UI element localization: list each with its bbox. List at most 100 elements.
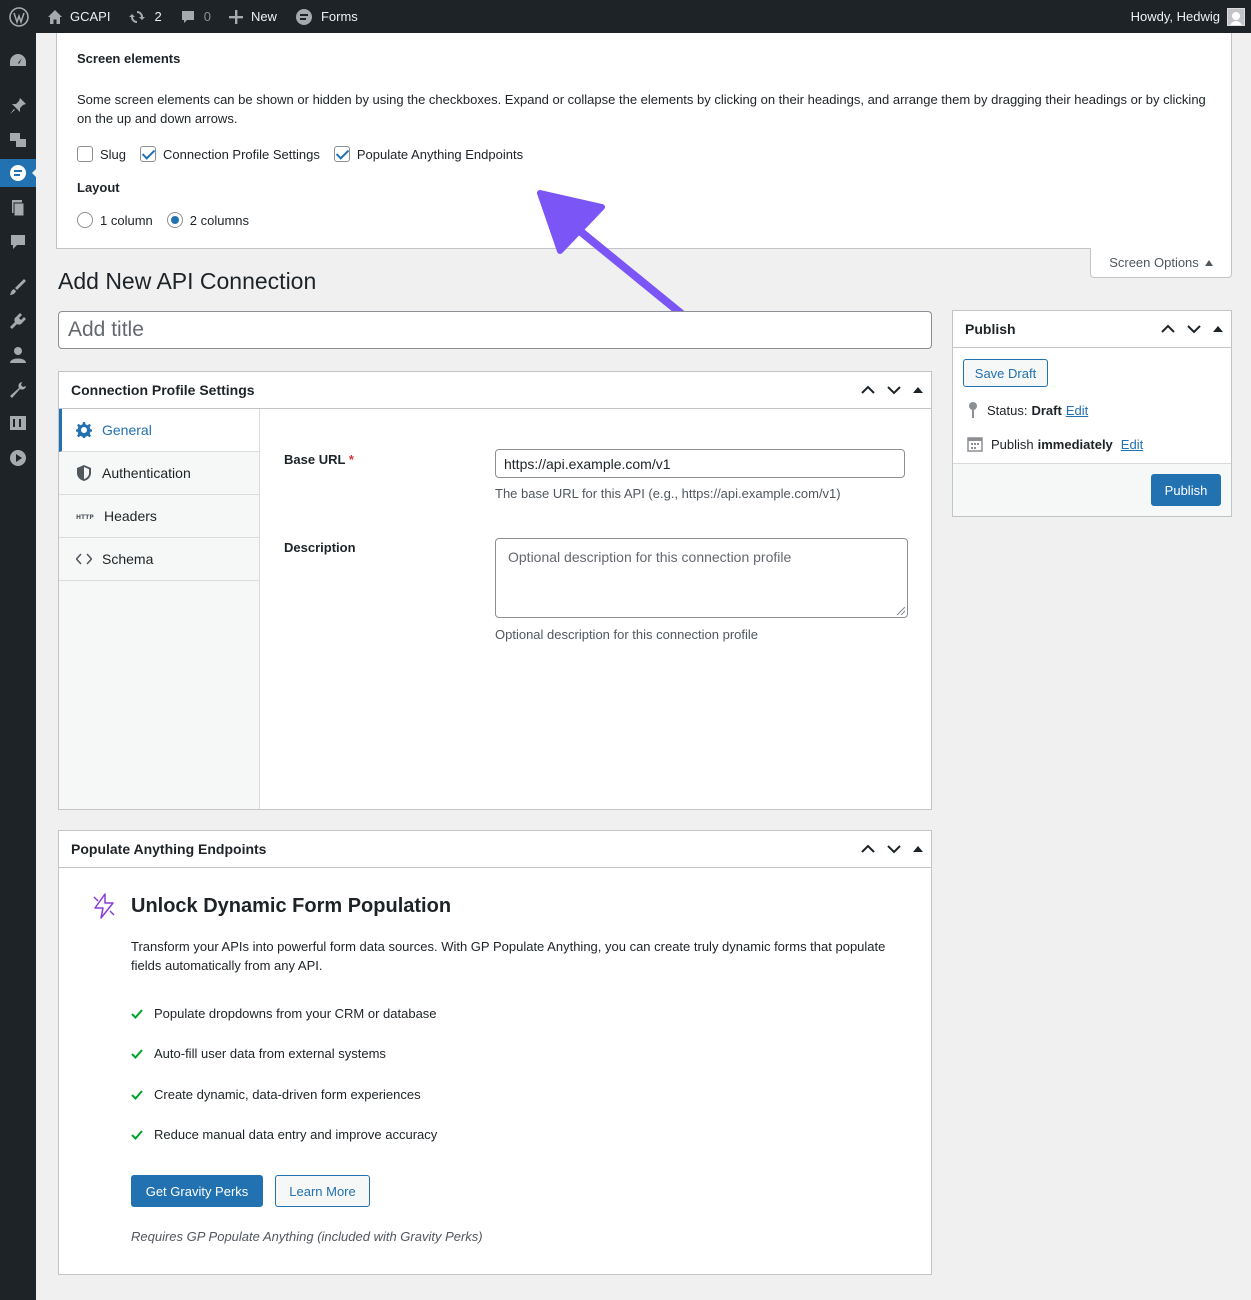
radio[interactable] (77, 212, 93, 228)
pin-icon (969, 402, 977, 418)
populate-anything-endpoints-checkbox[interactable]: Populate Anything Endpoints (333, 146, 523, 162)
edit-status-link[interactable]: Edit (1066, 403, 1088, 418)
gravity-forms-icon (295, 8, 312, 25)
tools-icon[interactable] (0, 376, 36, 404)
publish-button[interactable]: Publish (1151, 474, 1221, 506)
users-icon[interactable] (0, 341, 36, 369)
comments-link[interactable]: 0 (171, 0, 220, 33)
collapse-toggle-icon[interactable] (913, 845, 923, 853)
publish-actions: Publish (953, 463, 1231, 516)
feature-item: Populate dropdowns from your CRM or data… (131, 1006, 437, 1021)
populate-anything-endpoints-box: Populate Anything Endpoints Unlock Dynam… (58, 830, 932, 1275)
description-textarea[interactable]: Optional description for this connection… (495, 538, 908, 618)
edit-publish-date-link[interactable]: Edit (1121, 437, 1143, 452)
slug-checkbox[interactable]: Slug (77, 146, 126, 162)
checkbox[interactable] (333, 146, 350, 162)
posts-pin-icon[interactable] (0, 92, 36, 120)
tab-general[interactable]: General (59, 409, 259, 452)
comment-icon (181, 10, 194, 23)
screen-elements-heading: Screen elements (77, 51, 181, 66)
media-icon[interactable] (0, 126, 36, 154)
screen-elements-checkboxes: Slug Connection Profile Settings Populat… (77, 146, 523, 162)
post-title-input[interactable]: Add title (58, 311, 932, 349)
two-columns-radio[interactable]: 2 columns (166, 212, 249, 228)
collapse-toggle-icon[interactable] (913, 386, 923, 394)
promo-title: Unlock Dynamic Form Population (131, 895, 452, 917)
shield-icon (77, 465, 91, 481)
checkmark-icon (131, 1008, 143, 1019)
description-help: Optional description for this connection… (495, 627, 759, 642)
updates-icon (129, 10, 146, 23)
learn-more-button[interactable]: Learn More (275, 1175, 370, 1207)
play-icon[interactable] (0, 444, 36, 472)
code-icon (76, 553, 92, 565)
requirement-note: Requires GP Populate Anything (included … (131, 1229, 483, 1244)
screen-elements-description: Some screen elements can be shown or hid… (77, 92, 1206, 126)
one-column-radio[interactable]: 1 column (77, 212, 153, 228)
pages-icon[interactable] (0, 194, 36, 222)
get-gravity-perks-button[interactable]: Get Gravity Perks (131, 1175, 263, 1207)
base-url-help: The base URL for this API (e.g., https:/… (495, 486, 841, 501)
wordpress-logo-icon[interactable] (0, 0, 38, 33)
checkmark-icon (131, 1048, 143, 1059)
checkmark-icon (131, 1089, 143, 1100)
screen-options-toggle[interactable]: Screen Options (1090, 248, 1232, 278)
updates-link[interactable]: 2 (119, 0, 170, 33)
my-account[interactable]: Howdy, Hedwig (1131, 7, 1251, 26)
tab-authentication[interactable]: Authentication (59, 452, 259, 495)
checkmark-icon (131, 1129, 143, 1140)
move-up-icon[interactable] (861, 844, 875, 854)
home-icon (48, 9, 62, 24)
postbox-header[interactable]: Connection Profile Settings (59, 372, 931, 409)
forms-link[interactable]: Forms (286, 0, 367, 33)
base-url-label: Base URL * (284, 452, 354, 467)
new-content-link[interactable]: New (220, 0, 286, 33)
required-asterisk: * (348, 452, 354, 467)
feature-item: Reduce manual data entry and improve acc… (131, 1127, 437, 1142)
checkbox[interactable] (77, 146, 93, 162)
gear-icon (76, 422, 92, 438)
lightning-icon (93, 893, 115, 919)
triangle-up-icon (1204, 259, 1213, 266)
gravity-api-icon[interactable] (0, 159, 37, 187)
publish-date-row: Publish immediately Edit (967, 436, 1143, 452)
postbox-header[interactable]: Populate Anything Endpoints (59, 831, 931, 868)
description-label: Description (284, 540, 356, 555)
radio[interactable] (166, 212, 183, 228)
move-up-icon[interactable] (1161, 324, 1175, 334)
settings-icon[interactable] (0, 409, 36, 437)
save-draft-button[interactable]: Save Draft (963, 359, 1048, 387)
avatar (1227, 7, 1245, 26)
http-icon: HTTP (76, 514, 94, 520)
appearance-icon[interactable] (0, 273, 36, 301)
base-url-input[interactable]: https://api.example.com/v1 (495, 449, 905, 478)
calendar-icon (967, 437, 983, 452)
admin-sidebar (0, 33, 37, 1300)
dashboard-icon[interactable] (0, 47, 36, 75)
layout-radios: 1 column 2 columns (77, 212, 249, 228)
connection-profile-settings-checkbox[interactable]: Connection Profile Settings (140, 146, 320, 162)
svg-text:HTTP: HTTP (76, 514, 94, 520)
page-title: Add New API Connection (58, 268, 317, 294)
tab-schema[interactable]: Schema (59, 538, 259, 581)
feature-item: Create dynamic, data-driven form experie… (131, 1087, 421, 1102)
move-up-icon[interactable] (861, 385, 875, 395)
move-down-icon[interactable] (1187, 324, 1201, 334)
status-row: Status: Draft Edit (967, 402, 1088, 418)
plugins-icon[interactable] (0, 307, 36, 335)
settings-tabs: General Authentication HTTP Headers Sche… (59, 409, 260, 809)
plus-icon (228, 9, 243, 24)
move-down-icon[interactable] (887, 844, 901, 854)
publish-box: Publish Save Draft Status: Draft Edit Pu… (952, 310, 1232, 517)
feature-item: Auto-fill user data from external system… (131, 1046, 386, 1061)
admin-bar: GCAPI 2 0 New Forms Howdy, Hedwig (0, 0, 1251, 33)
postbox-header[interactable]: Publish (953, 311, 1231, 348)
layout-heading: Layout (77, 180, 120, 195)
checkbox[interactable] (140, 146, 157, 162)
promo-description: Transform your APIs into powerful form d… (131, 939, 886, 973)
collapse-toggle-icon[interactable] (1213, 325, 1223, 333)
tab-headers[interactable]: HTTP Headers (59, 495, 259, 538)
comments-icon[interactable] (0, 228, 36, 256)
site-name-link[interactable]: GCAPI (38, 0, 119, 33)
move-down-icon[interactable] (887, 385, 901, 395)
